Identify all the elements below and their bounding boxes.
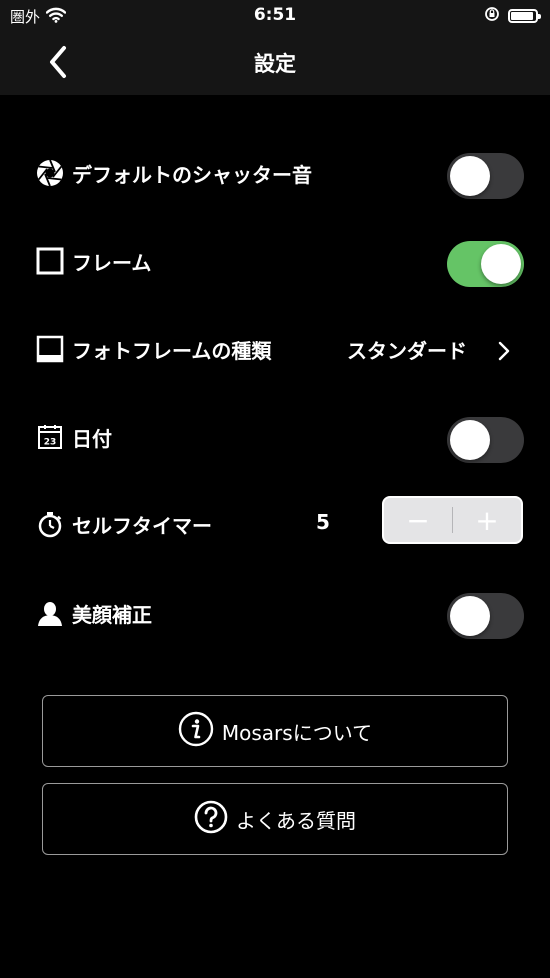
toggle-knob [450,596,490,636]
setting-row-photo-frame-type[interactable]: フォトフレームの種類 スタンダード [0,321,550,381]
about-button-label: Mosarsについて [221,720,373,745]
calendar-number: 23 [44,438,57,448]
self-timer-value: 5 [316,510,330,534]
status-bar: 圏外 6:51 [0,0,550,30]
page-title: 設定 [254,52,296,76]
stepper-increment-button[interactable]: + [453,498,521,542]
status-time: 6:51 [253,5,297,25]
stepper-decrement-button[interactable]: − [384,498,452,542]
info-icon [178,711,214,752]
frame-label: フレーム [72,251,152,275]
date-label: 日付 [72,427,112,451]
frame-icon [35,334,65,364]
setting-row-date: 23 日付 [0,409,550,469]
setting-row-beauty: 美顔補正 [0,585,550,645]
faq-button-label: よくある質問 [236,808,356,833]
beauty-toggle[interactable] [447,593,524,639]
rotation-lock-icon [484,6,500,26]
setting-row-self-timer: セルフタイマー 5 − + [0,496,550,556]
status-right [484,6,541,26]
faq-button[interactable]: よくある質問 [42,783,508,855]
about-button[interactable]: Mosarsについて [42,695,508,767]
toggle-knob [481,244,521,284]
chevron-right-icon [498,341,510,361]
shutter-icon [35,158,65,188]
question-icon [194,800,228,839]
nav-bar: 設定 [0,30,550,95]
self-timer-stepper: − + [382,496,523,544]
toggle-knob [450,156,490,196]
shutter-sound-label: デフォルトのシャッター音 [72,163,312,187]
self-timer-label: セルフタイマー [72,514,212,538]
frame-toggle[interactable] [447,241,524,287]
beauty-label: 美顔補正 [72,603,152,627]
photo-frame-type-value: スタンダード [347,339,467,363]
setting-row-shutter-sound: デフォルトのシャッター音 [0,145,550,205]
photo-frame-type-label: フォトフレームの種類 [72,339,272,363]
toggle-knob [450,420,490,460]
battery-icon [508,9,541,23]
person-icon [35,598,65,628]
date-toggle[interactable] [447,417,524,463]
square-icon [35,246,65,276]
stopwatch-icon [35,509,65,539]
shutter-sound-toggle[interactable] [447,153,524,199]
setting-row-frame: フレーム [0,233,550,293]
battery-fill [511,12,533,20]
calendar-icon: 23 [35,422,65,452]
